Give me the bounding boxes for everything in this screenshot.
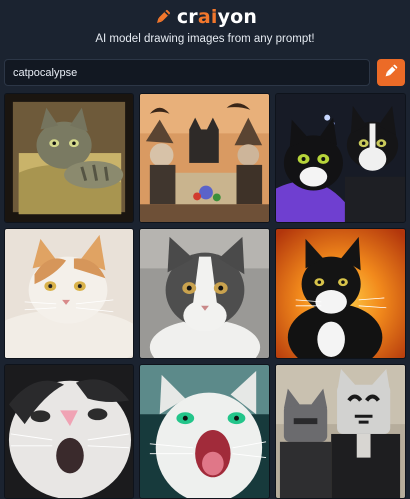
draw-button[interactable] bbox=[377, 59, 405, 86]
results-grid bbox=[4, 93, 407, 499]
result-image[interactable] bbox=[4, 228, 134, 359]
tagline: AI model drawing images from any prompt! bbox=[95, 33, 315, 45]
prompt-input[interactable] bbox=[4, 59, 370, 86]
result-image[interactable] bbox=[139, 93, 270, 223]
result-image[interactable] bbox=[139, 364, 270, 499]
brand-name: craiyon bbox=[177, 6, 257, 28]
result-image[interactable] bbox=[4, 93, 134, 223]
result-image[interactable] bbox=[275, 93, 406, 223]
brand-name-accent: ai bbox=[197, 6, 218, 28]
result-image[interactable] bbox=[275, 228, 406, 359]
brand-name-part: yon bbox=[217, 6, 258, 28]
result-image[interactable] bbox=[4, 364, 134, 499]
logo[interactable]: craiyon bbox=[0, 4, 410, 30]
crayon-pencil-icon bbox=[382, 62, 400, 83]
result-image[interactable] bbox=[139, 228, 270, 359]
crayon-pencil-icon bbox=[153, 7, 173, 27]
result-image[interactable] bbox=[275, 364, 406, 499]
brand-name-part: cr bbox=[176, 6, 198, 28]
craiyon-page: craiyon AI model drawing images from any… bbox=[0, 0, 410, 499]
